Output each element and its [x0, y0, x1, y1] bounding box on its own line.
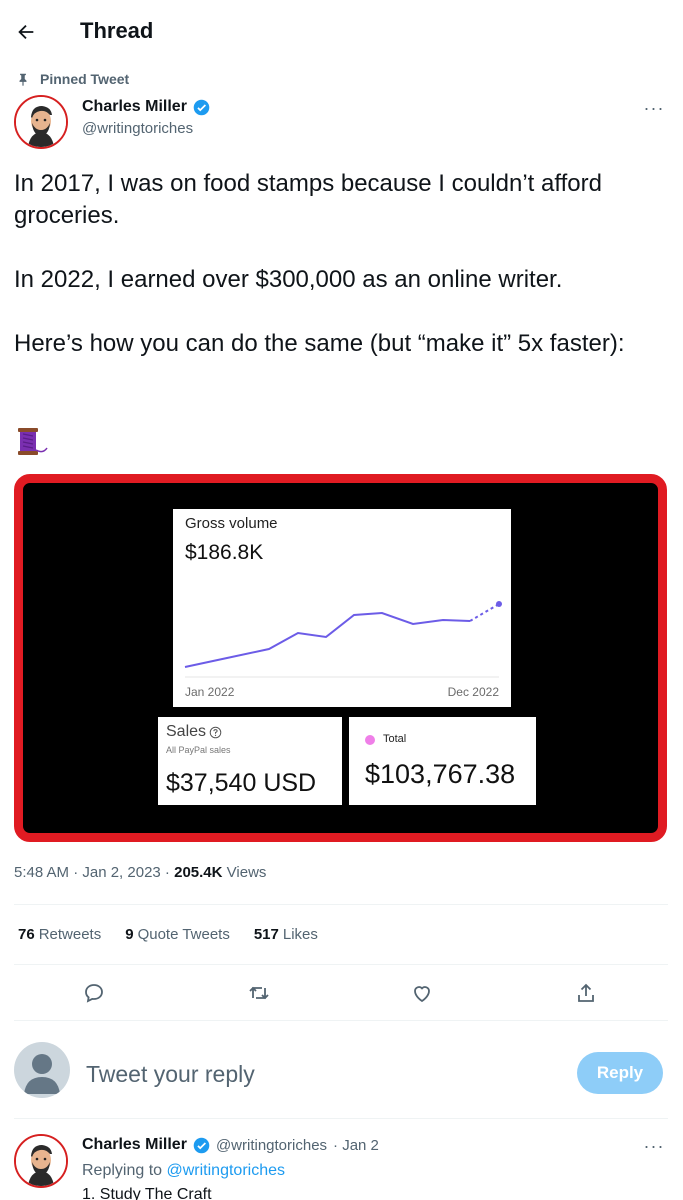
reply-more-options-button[interactable]: ··· — [639, 1134, 669, 1158]
verified-badge-icon — [193, 1137, 210, 1153]
likes-stat[interactable]: 517 Likes — [254, 926, 318, 943]
tweet-timestamp[interactable]: 5:48 AM · Jan 2, 2023 — [14, 864, 161, 881]
gross-volume-sparkline — [184, 601, 502, 678]
help-circle-icon — [209, 726, 222, 738]
views-count: 205.4K — [174, 864, 223, 881]
author-name-row: Charles Miller — [82, 98, 210, 116]
reply-input[interactable] — [86, 1058, 556, 1090]
reply-tweet-header: Charles Miller @writingtoriches · Jan 2 — [82, 1136, 379, 1154]
axis-start-label: Jan 2022 — [185, 685, 235, 699]
divider — [14, 1020, 668, 1021]
tweet-text: In 2017, I was on food stamps because I … — [14, 168, 664, 360]
back-button[interactable] — [12, 14, 40, 50]
reply-composer: Reply — [0, 1032, 683, 1112]
gross-volume-value: $186.8K — [185, 541, 264, 564]
sales-label: Sales — [166, 723, 207, 740]
reply-author-name[interactable]: Charles Miller — [82, 1136, 187, 1154]
replying-prefix: Replying to — [82, 1162, 163, 1179]
tweet-meta: 5:48 AM · Jan 2, 2023 · 205.4K Views — [14, 864, 266, 881]
retweets-stat[interactable]: 76 Retweets — [18, 926, 101, 943]
reply-button[interactable]: Reply — [577, 1052, 663, 1094]
likes-label: Likes — [282, 926, 318, 943]
current-user-avatar[interactable] — [14, 1042, 70, 1098]
more-dots-icon: ··· — [643, 97, 665, 118]
avatar-illustration-icon — [16, 97, 66, 147]
sales-label-row: Sales — [166, 723, 222, 741]
divider — [14, 904, 668, 905]
sales-card: Sales All PayPal sales $37,540 USD — [158, 717, 342, 805]
pinned-indicator: Pinned Tweet — [16, 70, 129, 88]
reply-tweet-text: 1. Study The Craft — [82, 1186, 212, 1200]
heart-icon — [414, 986, 430, 1003]
tweet-paragraph: In 2022, I earned over $300,000 as an on… — [14, 266, 563, 293]
gross-volume-card: Gross volume $186.8K Jan 2022 Dec 2022 — [173, 509, 511, 707]
page-title: Thread — [80, 18, 154, 43]
engagement-stats: 76 Retweets 9 Quote Tweets 517 Likes — [18, 926, 318, 943]
more-dots-icon: ··· — [643, 1135, 665, 1156]
divider — [14, 1118, 668, 1119]
tweet-media-image[interactable]: Gross volume $186.8K Jan 2022 Dec 2022 S… — [14, 474, 667, 842]
reply-date[interactable]: · Jan 2 — [333, 1137, 379, 1154]
quote-tweets-stat[interactable]: 9 Quote Tweets — [125, 926, 230, 943]
retweets-count: 76 — [18, 926, 35, 943]
views-label: Views — [226, 864, 267, 881]
default-user-icon — [24, 1054, 60, 1094]
total-card: Total $103,767.38 — [349, 717, 536, 805]
likes-count: 517 — [253, 926, 279, 943]
verified-badge-icon — [193, 99, 210, 115]
more-options-button[interactable]: ··· — [639, 96, 669, 120]
quotes-count: 9 — [125, 926, 134, 943]
replying-to-handle-link[interactable]: @writingtoriches — [167, 1162, 286, 1179]
author-handle[interactable]: @writingtoriches — [82, 120, 210, 137]
share-action-button[interactable] — [569, 976, 603, 1010]
thread-spool-icon — [18, 428, 48, 455]
reply-author-avatar[interactable] — [14, 1134, 68, 1188]
replying-to-line: Replying to @writingtoriches — [82, 1162, 285, 1180]
arrow-left-icon — [18, 24, 34, 40]
author-avatar[interactable] — [14, 95, 68, 149]
comment-bubble-icon — [85, 984, 103, 1003]
avatar-illustration-icon — [16, 1136, 66, 1186]
tweet-paragraph: In 2017, I was on food stamps because I … — [14, 170, 602, 229]
divider — [14, 964, 668, 965]
total-legend-dot — [365, 735, 375, 745]
like-action-button[interactable] — [405, 976, 439, 1010]
reply-author-handle[interactable]: @writingtoriches — [216, 1137, 327, 1154]
gross-volume-label: Gross volume — [185, 515, 278, 532]
author-block: Charles Miller @writingtoriches — [82, 98, 210, 137]
share-upload-icon — [578, 983, 594, 1002]
sales-subtitle: All PayPal sales — [166, 745, 231, 755]
tweet-paragraph: Here’s how you can do the same (but “mak… — [14, 330, 625, 357]
author-name[interactable]: Charles Miller — [82, 98, 187, 116]
pinned-label: Pinned Tweet — [40, 71, 130, 87]
retweet-icon — [249, 986, 269, 1000]
total-value: $103,767.38 — [365, 759, 516, 789]
header-bar: Thread — [0, 0, 683, 64]
retweet-action-button[interactable] — [242, 976, 276, 1010]
axis-end-label: Dec 2022 — [447, 685, 499, 699]
reply-action-button[interactable] — [77, 976, 111, 1010]
quotes-label: Quote Tweets — [137, 926, 230, 943]
sales-value: $37,540 USD — [166, 769, 317, 797]
meta-separator: · — [160, 864, 175, 881]
total-label: Total — [383, 733, 407, 745]
tweet-actions — [0, 976, 683, 1010]
pin-icon — [19, 73, 27, 86]
retweets-label: Retweets — [38, 926, 102, 943]
